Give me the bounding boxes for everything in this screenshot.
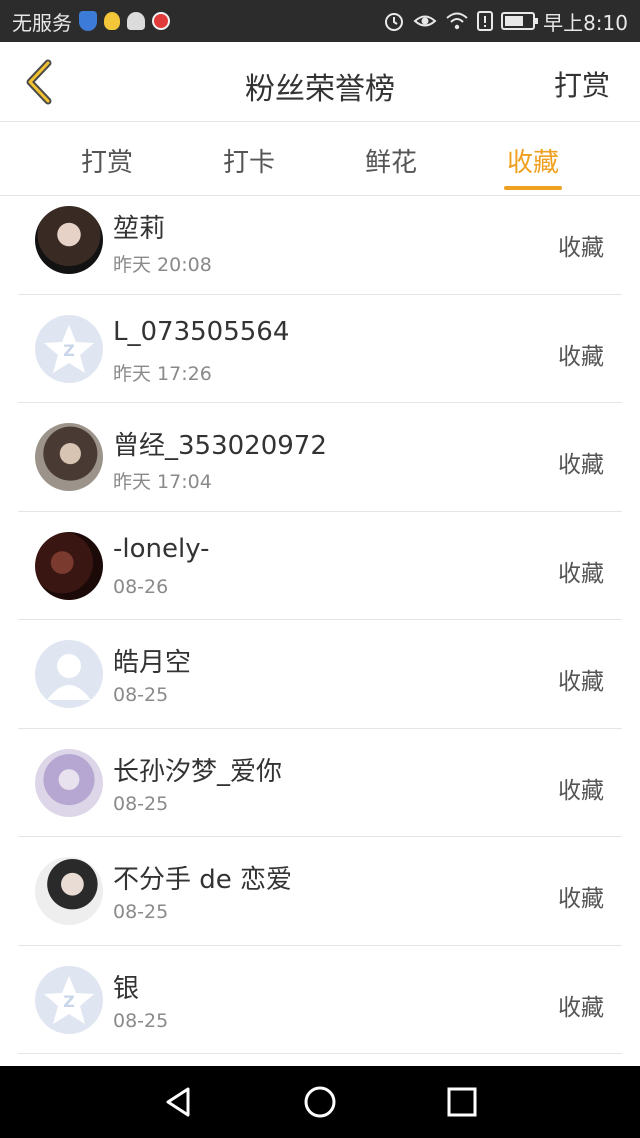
fan-name: 堃莉 <box>113 214 166 244</box>
list-item[interactable]: 长孙汐梦_爱你 08-25 收藏 <box>18 729 622 837</box>
battery-icon <box>501 12 539 30</box>
shield-icon <box>79 11 97 31</box>
avatar <box>35 748 103 817</box>
back-triangle-icon[interactable] <box>160 1084 196 1120</box>
fan-action: 收藏 <box>558 777 604 804</box>
fan-action: 收藏 <box>558 235 604 261</box>
recents-square-icon[interactable] <box>444 1084 480 1120</box>
tab-bar: 打赏 打卡 鲜花 收藏 <box>0 122 640 196</box>
avatar: Z <box>35 314 103 383</box>
fan-action: 收藏 <box>558 452 604 478</box>
svg-text:Z: Z <box>63 992 75 1011</box>
fan-name: L_073505564 <box>113 316 290 347</box>
header: 粉丝荣誉榜 打赏 <box>0 42 640 122</box>
list-item[interactable]: Z 银 08-25 收藏 <box>18 946 622 1054</box>
qq-star-icon: Z <box>44 324 94 373</box>
fan-time: 昨天 17:26 <box>113 362 212 385</box>
system-nav-bar <box>0 1066 640 1138</box>
list-item[interactable]: -lonely- 08-26 收藏 <box>18 512 622 620</box>
svg-text:Z: Z <box>63 341 75 360</box>
clock-text: 早上8:10 <box>543 10 628 35</box>
fan-list: 堃莉 昨天 20:08 收藏 Z L_073505564 昨天 17:26 收藏… <box>0 186 640 1066</box>
avatar <box>35 206 103 274</box>
avatar <box>35 857 103 925</box>
fan-action: 收藏 <box>558 560 604 587</box>
avatar <box>35 531 103 600</box>
sim-alert-icon <box>477 11 494 31</box>
page-title: 粉丝荣誉榜 <box>245 72 395 107</box>
alarm-icon <box>385 13 404 31</box>
tab-favorites[interactable]: 收藏 <box>478 142 588 190</box>
fan-name: 长孙汐梦_爱你 <box>113 756 283 787</box>
fan-time: 昨天 17:04 <box>113 471 212 493</box>
fan-time: 08-25 <box>113 1009 169 1032</box>
avatar <box>35 640 103 708</box>
status-right: 早上8:10 <box>383 7 628 36</box>
fan-name: 皓月空 <box>113 648 192 678</box>
fan-action: 收藏 <box>558 669 604 695</box>
tab-reward[interactable]: 打赏 <box>52 142 162 179</box>
list-item[interactable]: 堃莉 昨天 20:08 收藏 <box>18 186 622 295</box>
wifi-icon <box>446 12 468 30</box>
list-item[interactable]: 不分手 de 恋爱 08-25 收藏 <box>18 837 622 946</box>
fan-time: 08-25 <box>113 792 169 815</box>
fan-name: -lonely- <box>113 533 210 564</box>
fan-time: 昨天 20:08 <box>113 254 212 276</box>
fan-name: 银 <box>113 973 140 1004</box>
avatar: Z <box>35 965 103 1034</box>
fan-time: 08-25 <box>113 901 169 923</box>
notification-icon <box>127 12 145 30</box>
default-person-icon <box>47 654 91 700</box>
fan-name: 曾经_353020972 <box>113 431 327 461</box>
fan-time: 08-26 <box>113 575 169 598</box>
fan-time: 08-25 <box>113 684 169 706</box>
fan-action: 收藏 <box>558 994 604 1021</box>
fan-action: 收藏 <box>558 886 604 912</box>
bulb-icon <box>104 12 120 30</box>
home-circle-icon[interactable] <box>302 1084 338 1120</box>
fan-name: 不分手 de 恋爱 <box>113 865 293 895</box>
list-item[interactable]: Z L_073505564 昨天 17:26 收藏 <box>18 295 622 403</box>
avatar <box>35 423 103 491</box>
status-bar: 无服务 早上8:10 <box>0 0 640 42</box>
list-item[interactable]: 皓月空 08-25 收藏 <box>18 620 622 729</box>
tab-favorites-label: 收藏 <box>506 148 559 178</box>
tab-flowers[interactable]: 鲜花 <box>336 142 446 179</box>
fan-action: 收藏 <box>558 343 604 370</box>
status-left: 无服务 <box>12 7 170 36</box>
tip-button[interactable]: 打赏 <box>554 64 610 104</box>
tab-checkin[interactable]: 打卡 <box>194 142 304 179</box>
list-item[interactable]: 曾经_353020972 昨天 17:04 收藏 <box>18 403 622 512</box>
carrier-text: 无服务 <box>12 10 72 35</box>
qq-star-icon: Z <box>44 975 94 1024</box>
eye-icon <box>413 15 437 27</box>
app-notification-icon <box>152 12 170 30</box>
